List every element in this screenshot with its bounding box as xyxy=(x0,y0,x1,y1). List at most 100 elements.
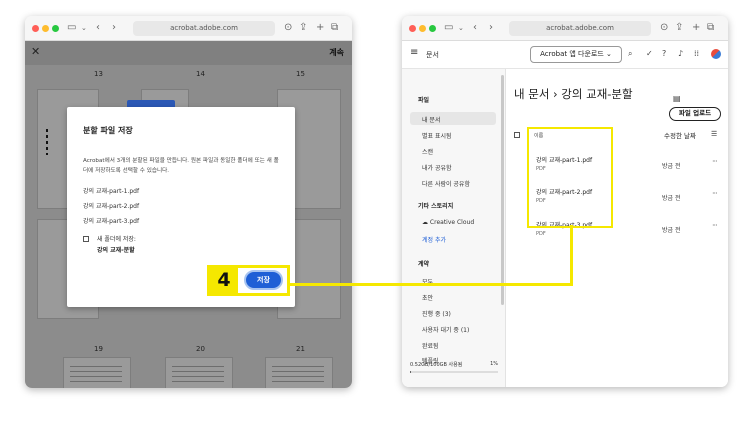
new-tab-icon[interactable]: + xyxy=(692,21,700,35)
sidebar-section-agreements: 계약 xyxy=(418,261,430,268)
sidebar-item-in-progress[interactable]: 진행 중 (3) xyxy=(422,309,451,318)
dialog-title: 분할 파일 저장 xyxy=(83,126,133,135)
output-file-name: 강의 교재-part-2.pdf xyxy=(83,203,140,210)
dialog-description: Acrobat에서 3개의 분할된 파일을 만듭니다. 원본 파일과 동일한 폴… xyxy=(83,158,279,174)
step-number: 4 xyxy=(210,268,238,293)
file-type: PDF xyxy=(536,231,546,237)
sidebar-item-starred[interactable]: 별표 표시됨 xyxy=(422,131,452,140)
storage-bar-fill xyxy=(410,371,411,373)
menu-icon[interactable]: ≡ xyxy=(410,47,418,58)
check-icon[interactable]: ✓ xyxy=(646,49,653,58)
chevron-down-icon: ⌄ xyxy=(606,50,612,58)
address-text: acrobat.adobe.com xyxy=(170,24,238,32)
tabs-icon[interactable]: ⧉ xyxy=(331,21,338,35)
column-header-modified[interactable]: 수정한 날짜 xyxy=(664,130,696,140)
connector-line xyxy=(290,283,572,286)
minimize-window-button[interactable] xyxy=(42,25,49,32)
creative-cloud-label: Creative Cloud xyxy=(429,219,475,226)
sidebar-section-other-storage: 기타 스토리지 xyxy=(418,203,454,210)
download-icon[interactable]: ⊙ xyxy=(660,21,668,35)
header-documents: 문서 xyxy=(426,51,439,59)
search-icon[interactable]: ⌕ xyxy=(628,49,632,59)
upload-file-button[interactable]: 파일 업로드 xyxy=(669,107,721,121)
apps-grid-icon[interactable]: ⁞⁞ xyxy=(694,49,699,58)
page-thumbnail[interactable] xyxy=(63,357,131,388)
file-modified: 방금 전 xyxy=(662,163,681,170)
output-file-name: 강의 교재-part-3.pdf xyxy=(83,218,140,225)
close-window-button[interactable] xyxy=(409,25,416,32)
sidebar-item-completed[interactable]: 완료됨 xyxy=(422,341,439,350)
list-view-icon[interactable]: ☰ xyxy=(711,130,717,138)
page-thumbnail[interactable] xyxy=(265,357,333,388)
connector-line xyxy=(570,225,573,286)
sidebar-item-draft[interactable]: 초안 xyxy=(422,293,433,302)
page-number: 20 xyxy=(196,345,205,353)
forward-icon[interactable]: › xyxy=(112,21,116,35)
more-options-icon[interactable]: ··· xyxy=(712,221,718,230)
help-icon[interactable]: ? xyxy=(662,49,666,58)
maximize-window-button[interactable] xyxy=(52,25,59,32)
close-window-button[interactable] xyxy=(32,25,39,32)
chevron-down-icon[interactable]: ⌄ xyxy=(458,21,464,35)
storage-usage: 0.52GB/100GB 사용됨 1% xyxy=(410,361,498,368)
download-app-button[interactable]: Acrobat 앱 다운로드 ⌄ xyxy=(530,46,622,63)
sidebar-item-shared-by-me[interactable]: 내가 공유함 xyxy=(422,163,452,172)
share-icon[interactable]: ⇪ xyxy=(675,21,683,35)
minimize-window-button[interactable] xyxy=(419,25,426,32)
download-icon[interactable]: ⊙ xyxy=(284,21,292,35)
file-modified: 방금 전 xyxy=(662,227,681,234)
split-topbar: ✕ 계속 xyxy=(25,41,352,65)
right-toolbar: ▭ ⌄ ‹ › acrobat.adobe.com ⊙ ⇪ + ⧉ xyxy=(402,16,728,41)
bell-icon[interactable]: ♪ xyxy=(678,49,683,58)
storage-bar xyxy=(410,371,498,373)
new-folder-label: 새 폴더에 저장: xyxy=(97,236,136,243)
file-list-panel: 내 문서 › 강의 교재-분할 ▤ 파일 업로드 이름 수정한 날짜 ☰ 강의 … xyxy=(506,69,728,387)
close-icon[interactable]: ✕ xyxy=(31,45,40,58)
address-bar[interactable]: acrobat.adobe.com xyxy=(133,21,275,36)
forward-icon[interactable]: › xyxy=(489,21,493,35)
save-button[interactable]: 저장 xyxy=(244,270,283,290)
continue-button[interactable]: 계속 xyxy=(329,47,344,58)
file-modified: 방금 전 xyxy=(662,195,681,202)
breadcrumb: 내 문서 › 강의 교재-분할 xyxy=(514,87,633,101)
more-options-icon[interactable]: ··· xyxy=(712,157,718,166)
add-account-link[interactable]: 계정 추가 xyxy=(422,235,446,244)
new-folder-checkbox[interactable] xyxy=(83,236,89,242)
avatar[interactable] xyxy=(711,49,721,59)
sidebar: 파일 내 문서 별표 표시됨 스캔 내가 공유함 다른 사람이 공유함 기타 스… xyxy=(402,69,506,387)
select-all-checkbox[interactable] xyxy=(514,132,520,138)
sidebar-item-shared-by-others[interactable]: 다른 사람이 공유함 xyxy=(422,179,470,188)
page-number: 21 xyxy=(296,345,305,353)
tabs-icon[interactable]: ⧉ xyxy=(707,21,714,35)
more-options-icon[interactable]: ··· xyxy=(712,189,718,198)
back-icon[interactable]: ‹ xyxy=(96,21,100,35)
sidebar-item-my-documents[interactable]: 내 문서 xyxy=(422,115,440,124)
sidebar-icon[interactable]: ▭ xyxy=(67,21,76,35)
back-icon[interactable]: ‹ xyxy=(473,21,477,35)
page-number: 13 xyxy=(94,70,103,78)
storage-percent: 1% xyxy=(490,361,498,367)
page-number: 14 xyxy=(196,70,205,78)
chevron-down-icon[interactable]: ⌄ xyxy=(81,21,87,35)
address-bar[interactable]: acrobat.adobe.com xyxy=(509,21,651,36)
sidebar-item-scan[interactable]: 스캔 xyxy=(422,147,433,156)
download-app-label: Acrobat 앱 다운로드 xyxy=(540,50,604,58)
page-thumbnail[interactable] xyxy=(165,357,233,388)
page-number: 19 xyxy=(94,345,103,353)
creative-cloud-icon: ☁ xyxy=(422,219,428,226)
share-icon[interactable]: ⇪ xyxy=(299,21,307,35)
result-highlight-box xyxy=(527,127,613,228)
sidebar-scrollbar[interactable] xyxy=(501,75,504,305)
new-tab-icon[interactable]: + xyxy=(316,21,324,35)
acrobat-header: ≡ 문서 Acrobat 앱 다운로드 ⌄ ⌕ ✓ ? ♪ ⁞⁞ xyxy=(402,41,728,69)
sidebar-icon[interactable]: ▭ xyxy=(444,21,453,35)
output-file-name: 강의 교재-part-1.pdf xyxy=(83,188,140,195)
sidebar-item-creative-cloud[interactable]: ☁ Creative Cloud xyxy=(422,219,474,226)
sidebar-item-waiting[interactable]: 사용자 대기 중 (1) xyxy=(422,325,469,334)
address-text: acrobat.adobe.com xyxy=(546,24,614,32)
split-marker[interactable] xyxy=(46,129,48,155)
tutorial-illustration: ▭ ⌄ ‹ › acrobat.adobe.com ⊙ ⇪ + ⧉ ✕ 계속 1… xyxy=(0,0,750,421)
maximize-window-button[interactable] xyxy=(429,25,436,32)
storage-text: 0.52GB/100GB 사용됨 xyxy=(410,362,463,368)
folder-upload-icon: ▤ xyxy=(673,94,681,103)
